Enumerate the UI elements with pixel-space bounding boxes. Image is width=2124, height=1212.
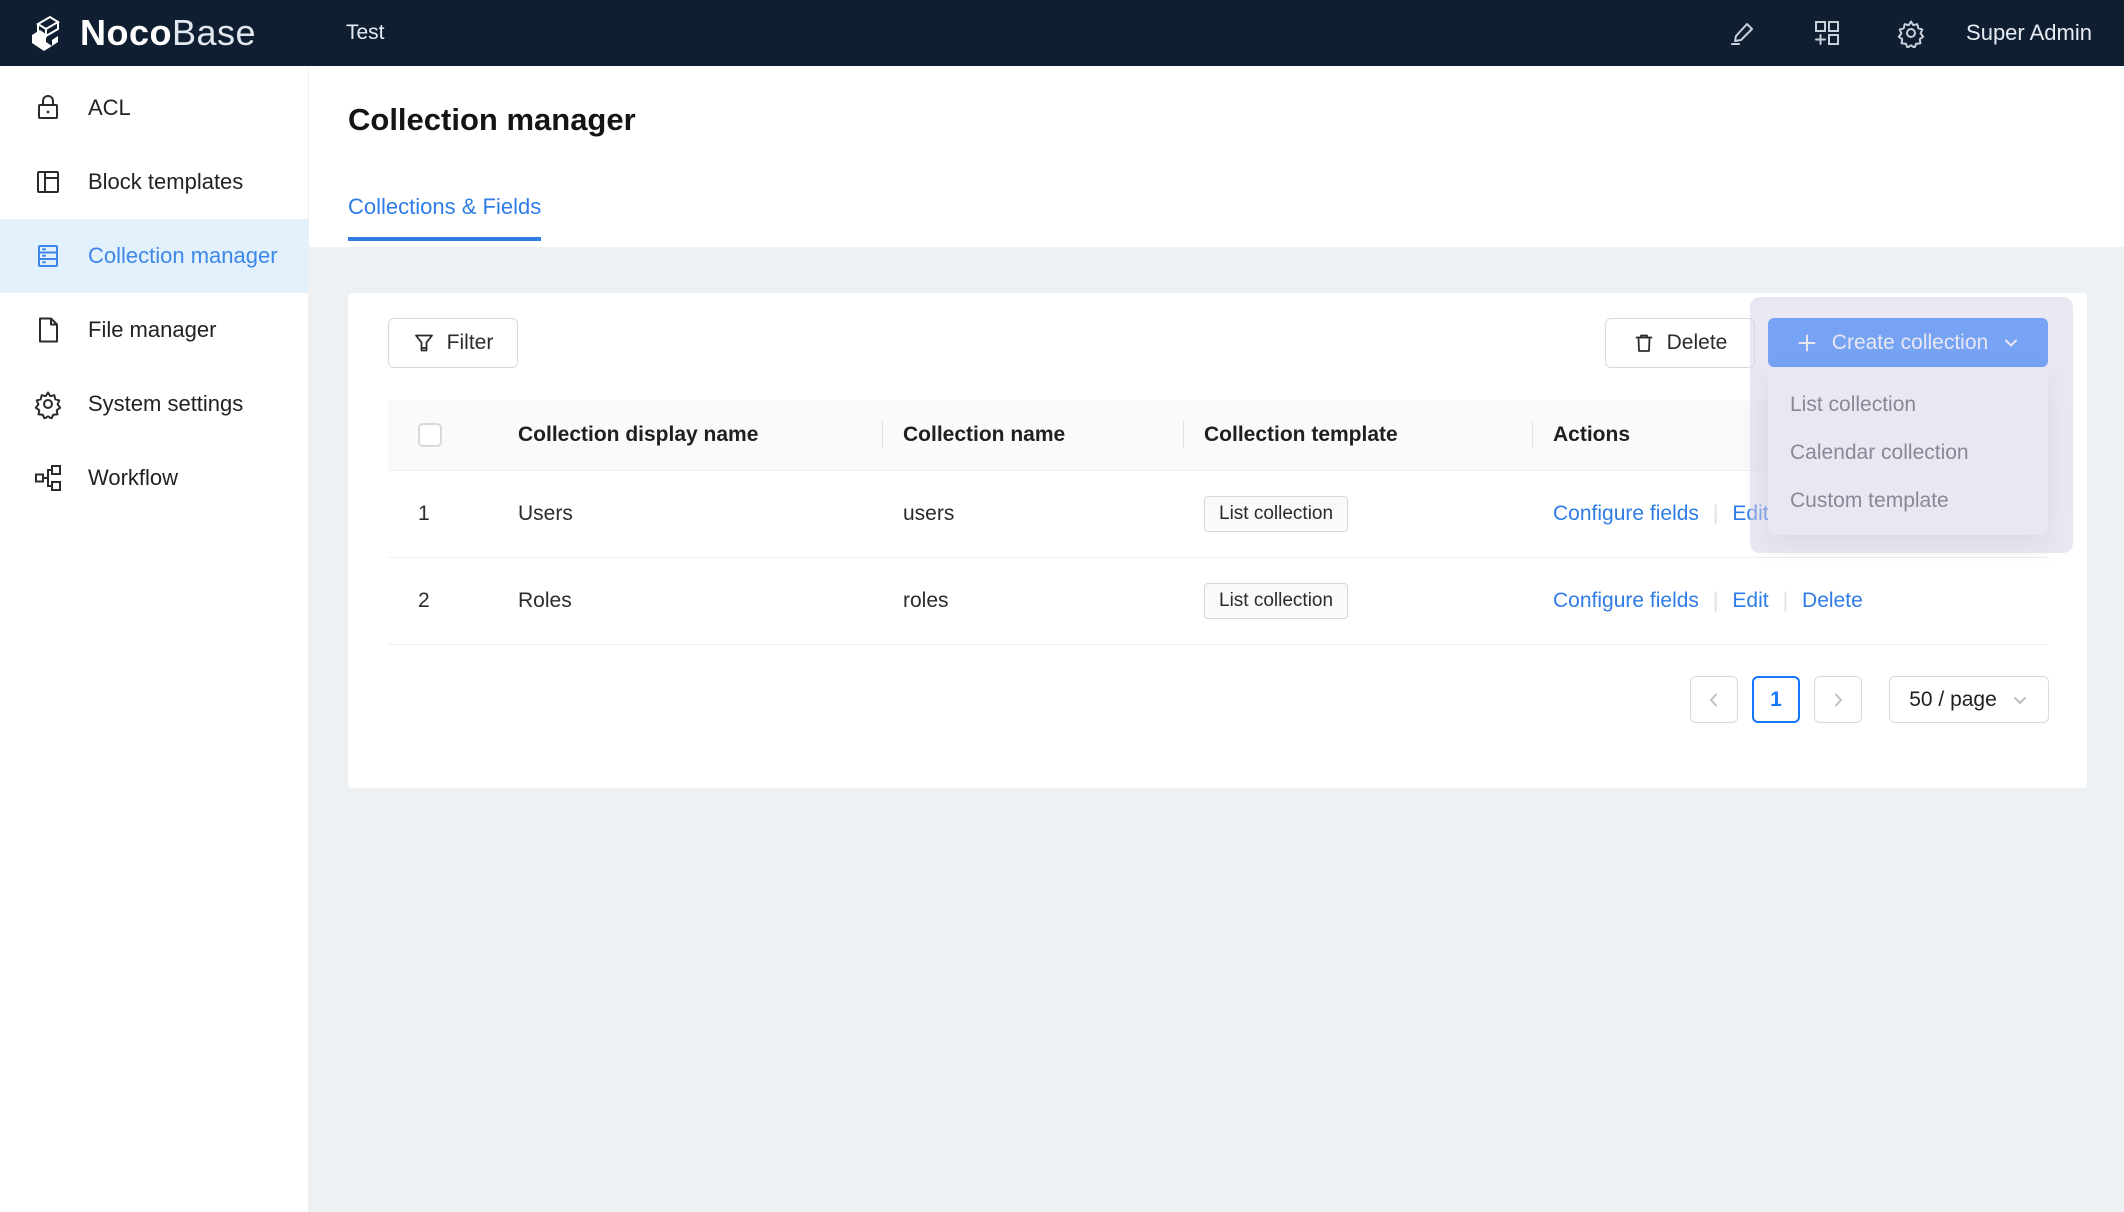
cell-template: List collection: [1184, 557, 1533, 644]
filter-icon: [413, 332, 435, 354]
highlighter-icon[interactable]: [1728, 18, 1758, 48]
lock-icon: [33, 93, 63, 123]
sidebar-item-workflow[interactable]: Workflow: [0, 441, 308, 515]
table-row: 2 Roles roles List collection Configure …: [388, 557, 2047, 644]
pagination-page-1[interactable]: 1: [1752, 676, 1800, 723]
chevron-down-icon: [2002, 334, 2020, 352]
page-size-value: 50 / page: [1909, 688, 1997, 712]
cell-name: roles: [883, 557, 1184, 644]
column-header-template: Collection template: [1184, 400, 1533, 470]
page-title: Collection manager: [348, 102, 636, 138]
gear-icon[interactable]: [1896, 18, 1926, 48]
page-size-select[interactable]: 50 / page: [1889, 676, 2049, 723]
create-collection-dropdown: List collection Calendar collection Cust…: [1768, 367, 2048, 535]
brand-name: NocoBase: [80, 12, 256, 54]
delete-button[interactable]: Delete: [1605, 318, 1755, 368]
brand[interactable]: NocoBase: [0, 12, 310, 54]
appstore-add-icon[interactable]: [1812, 18, 1842, 48]
menu-item-custom-template[interactable]: Custom template: [1768, 477, 2048, 525]
nocobase-logo-icon: [26, 13, 66, 53]
top-bar: NocoBase Test Super Admin: [0, 0, 2124, 66]
pagination-next-button[interactable]: [1814, 676, 1862, 723]
header-checkbox-cell: [388, 400, 498, 470]
cell-name: users: [883, 470, 1184, 557]
action-divider: |: [1713, 589, 1718, 612]
sidebar: ACL Block templates Collection manager: [0, 66, 309, 1212]
column-header-name: Collection name: [883, 400, 1184, 470]
top-nav-item-test[interactable]: Test: [346, 21, 385, 45]
database-icon: [33, 241, 63, 271]
sidebar-item-block-templates[interactable]: Block templates: [0, 145, 308, 219]
row-index: 1: [388, 470, 498, 557]
cell-actions: Configure fields | Edit | Delete: [1533, 557, 2047, 644]
pagination-prev-button[interactable]: [1690, 676, 1738, 723]
chevron-down-icon: [2011, 691, 2029, 709]
topbar-icons: [1728, 18, 1926, 48]
action-divider: |: [1713, 502, 1718, 525]
cell-display-name: Users: [498, 470, 883, 557]
chevron-right-icon: [1829, 691, 1847, 709]
sidebar-item-system-settings[interactable]: System settings: [0, 367, 308, 441]
user-menu[interactable]: Super Admin: [1966, 20, 2092, 46]
select-all-checkbox[interactable]: [418, 423, 442, 447]
delete-link[interactable]: Delete: [1802, 589, 1863, 612]
create-collection-button[interactable]: Create collection: [1768, 318, 2048, 367]
create-collection-button-label: Create collection: [1832, 331, 1988, 355]
configure-fields-link[interactable]: Configure fields: [1553, 589, 1699, 612]
action-divider: |: [1783, 589, 1788, 612]
plus-icon: [1796, 332, 1818, 354]
sidebar-item-acl[interactable]: ACL: [0, 71, 308, 145]
cell-template: List collection: [1184, 470, 1533, 557]
layout-icon: [33, 167, 63, 197]
filter-button[interactable]: Filter: [388, 318, 518, 368]
sidebar-item-label: Collection manager: [88, 243, 278, 269]
sidebar-item-label: System settings: [88, 391, 243, 417]
template-tag: List collection: [1204, 583, 1348, 619]
sidebar-item-label: Workflow: [88, 465, 178, 491]
sidebar-item-file-manager[interactable]: File manager: [0, 293, 308, 367]
chevron-left-icon: [1705, 691, 1723, 709]
workflow-icon: [33, 463, 63, 493]
cell-display-name: Roles: [498, 557, 883, 644]
file-icon: [33, 315, 63, 345]
menu-item-list-collection[interactable]: List collection: [1768, 381, 2048, 429]
template-tag: List collection: [1204, 496, 1348, 532]
configure-fields-link[interactable]: Configure fields: [1553, 502, 1699, 525]
edit-link[interactable]: Edit: [1732, 589, 1768, 612]
row-index: 2: [388, 557, 498, 644]
filter-button-label: Filter: [447, 331, 494, 355]
content-header-band: [309, 66, 2124, 247]
sidebar-item-label: File manager: [88, 317, 216, 343]
gear-icon: [33, 389, 63, 419]
delete-button-label: Delete: [1667, 331, 1728, 355]
edit-link[interactable]: Edit: [1732, 502, 1768, 525]
sidebar-item-collection-manager[interactable]: Collection manager: [0, 219, 308, 293]
trash-icon: [1633, 332, 1655, 354]
menu-item-calendar-collection[interactable]: Calendar collection: [1768, 429, 2048, 477]
tab-collections-and-fields[interactable]: Collections & Fields: [348, 194, 541, 241]
sidebar-item-label: Block templates: [88, 169, 243, 195]
column-header-display-name: Collection display name: [498, 400, 883, 470]
sidebar-item-label: ACL: [88, 95, 131, 121]
